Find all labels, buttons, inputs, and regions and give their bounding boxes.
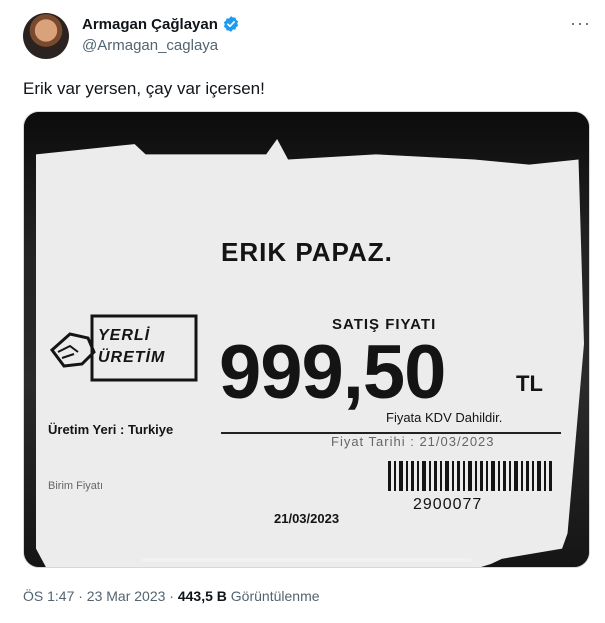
price-label: ERIK PAPAZ. SATIŞ FIYATI 999,50 TL Fiyat… — [36, 139, 584, 567]
tweet-text: Erik var yersen, çay var içersen! — [23, 79, 265, 98]
view-count: 443,5 B — [177, 588, 227, 604]
label-origin: Üretim Yeri : Turkiye — [48, 422, 174, 437]
verified-badge-icon — [223, 16, 238, 32]
author-name-row[interactable]: Armagan Çağlayan — [82, 15, 240, 33]
view-label: Görüntülenme — [226, 588, 320, 604]
logo-line2: ÜRETİM — [98, 349, 166, 366]
label-price-date: Fiyat Tarihi : 21/03/2023 — [331, 434, 495, 449]
author-name[interactable]: Armagan Çağlayan — [82, 16, 218, 33]
avatar[interactable] — [23, 13, 69, 59]
label-price: 999,50 — [219, 330, 446, 415]
tweet-meta: ÖS 1:47 · 23 Mar 2023 · 443,5 B Görüntül… — [23, 588, 320, 604]
yerli-uretim-logo-icon — [49, 314, 198, 382]
label-date: 21/03/2023 — [274, 511, 340, 526]
label-currency: TL — [516, 371, 543, 396]
barcode-number: 2900077 — [413, 496, 483, 513]
more-icon[interactable]: ··· — [570, 14, 591, 32]
tweet-timestamp[interactable]: ÖS 1:47 · 23 Mar 2023 · — [23, 588, 178, 604]
barcode-icon — [388, 461, 552, 491]
image-scroll-indicator — [142, 558, 472, 562]
author-handle[interactable]: @Armagan_caglaya — [82, 37, 218, 54]
logo-line1: YERLİ — [98, 327, 151, 344]
label-vat: Fiyata KDV Dahildir. — [386, 410, 503, 425]
label-unit-price: Birim Fiyatı — [48, 480, 103, 492]
tweet-media-image[interactable]: ERIK PAPAZ. SATIŞ FIYATI 999,50 TL Fiyat… — [23, 111, 590, 568]
label-product: ERIK PAPAZ. — [221, 237, 393, 267]
